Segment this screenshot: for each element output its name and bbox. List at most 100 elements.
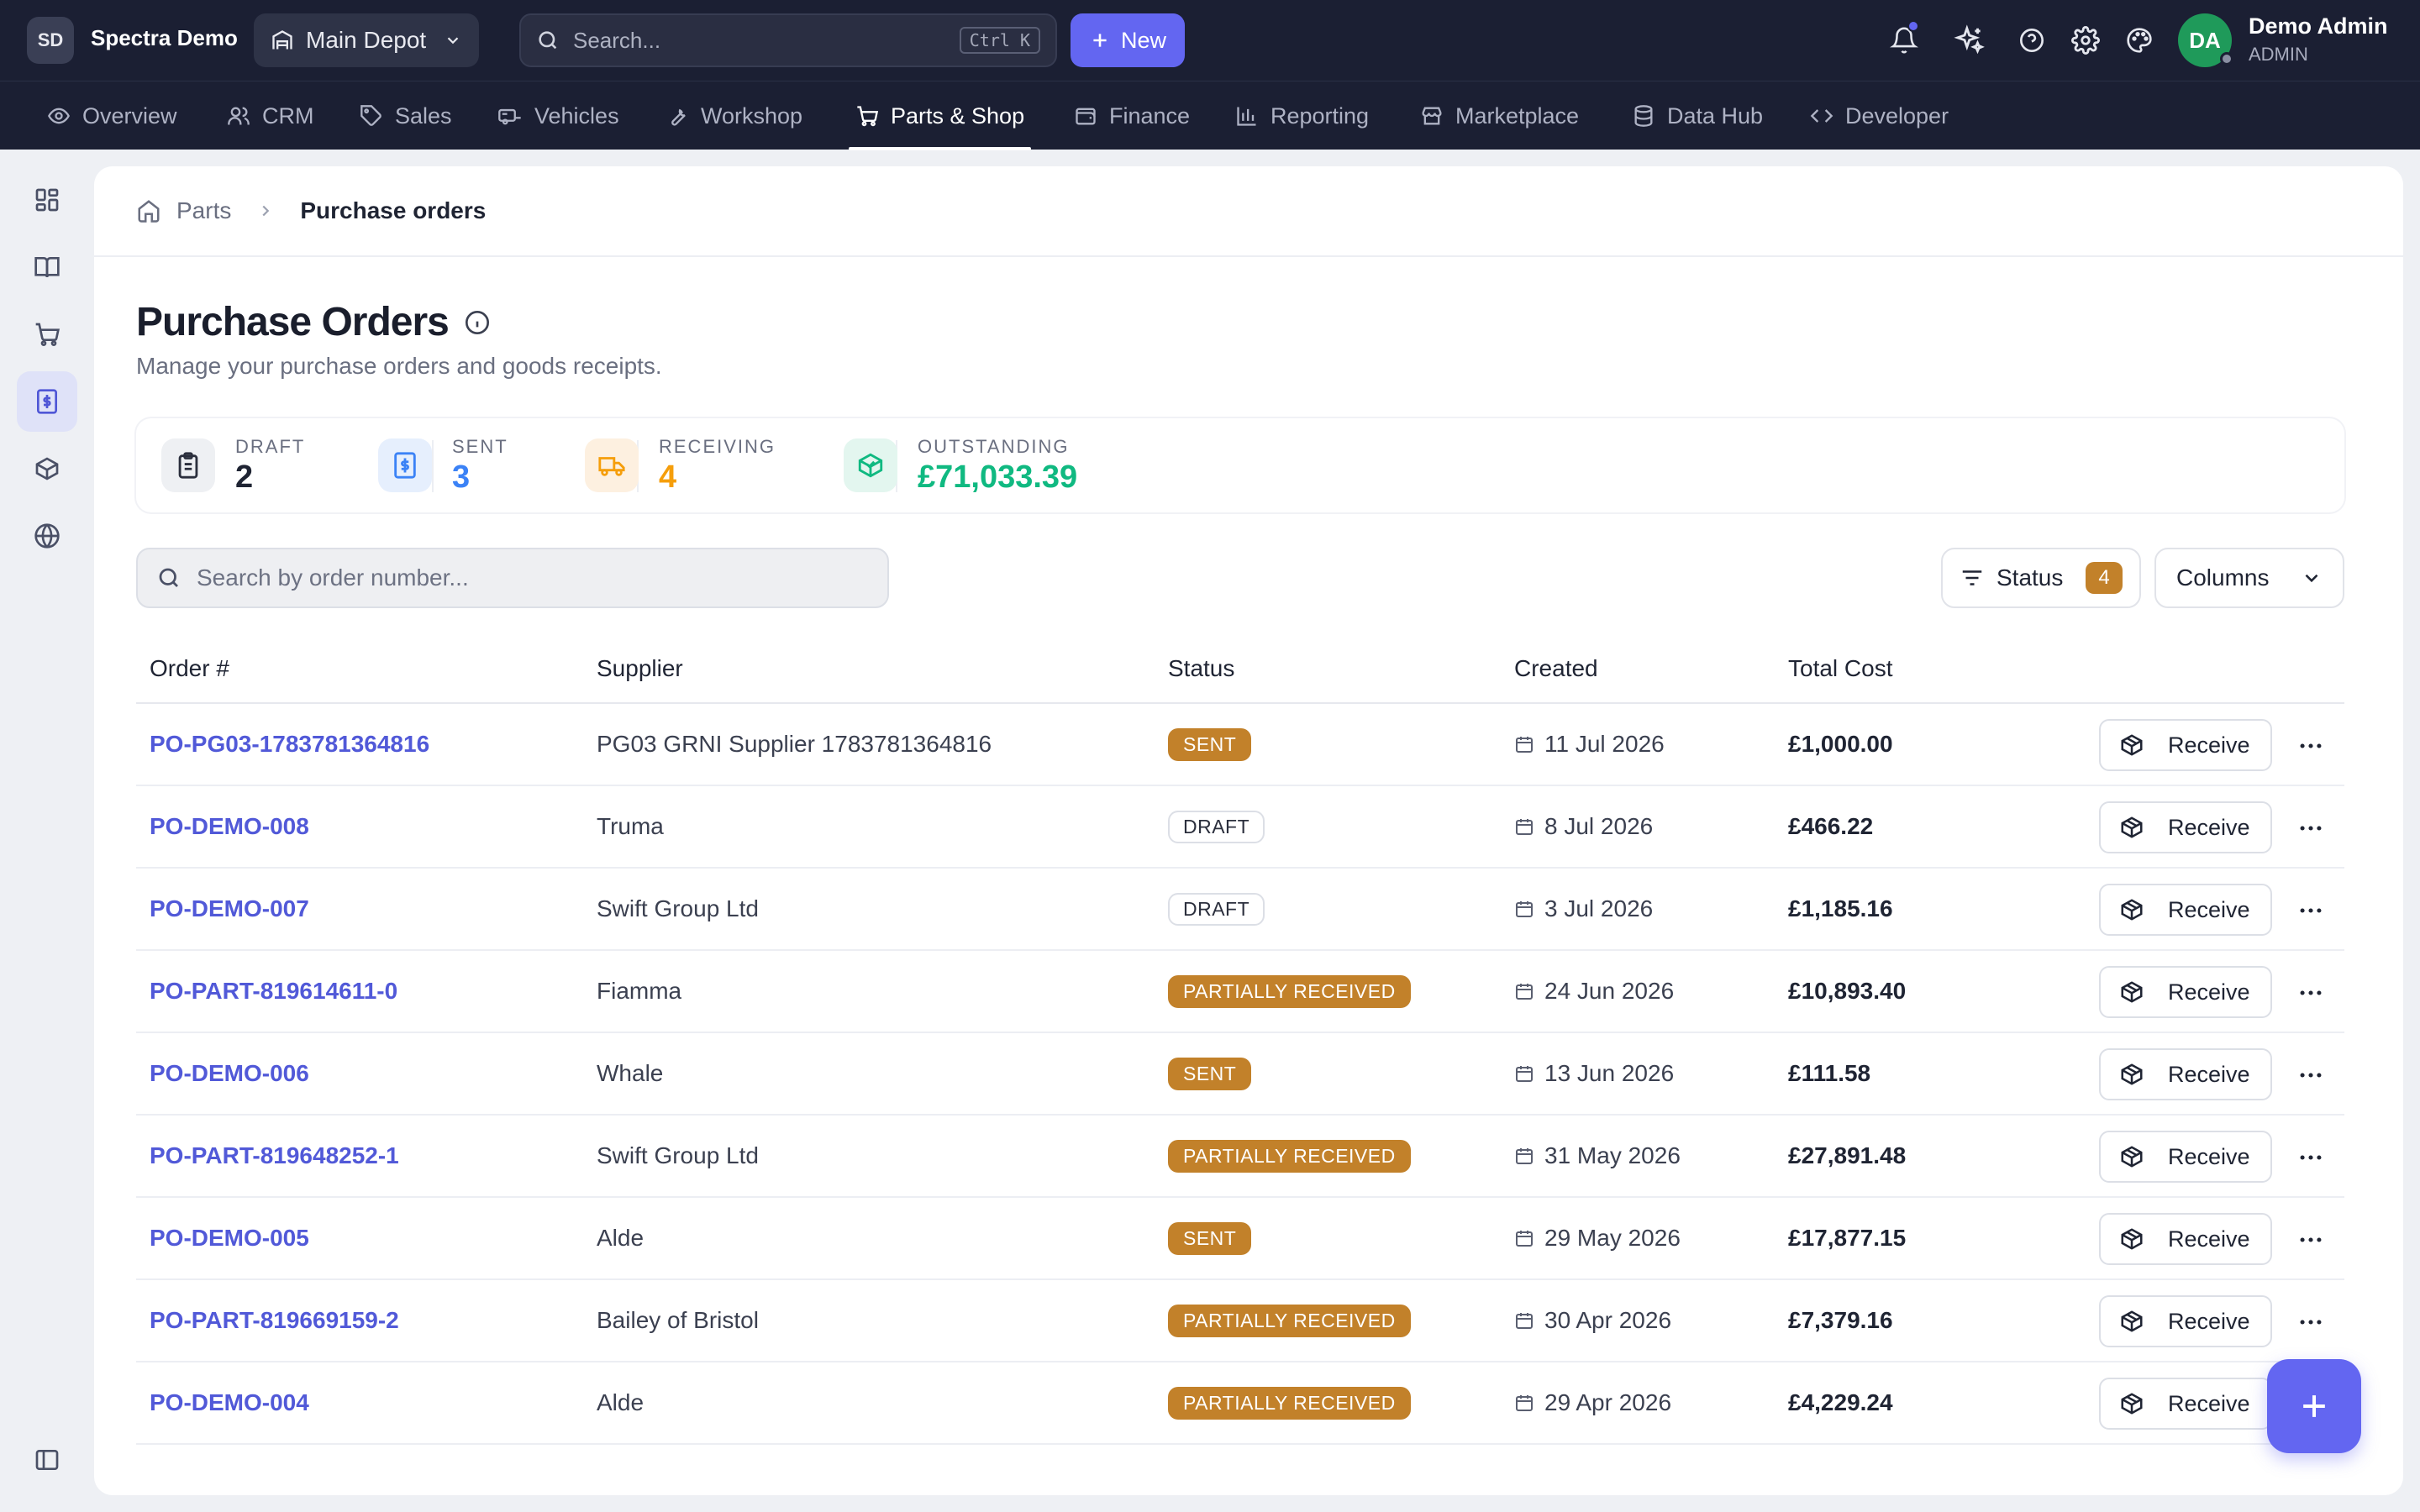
org-badge[interactable]: SD [27, 17, 74, 64]
tab-overview[interactable]: Overview [47, 81, 177, 150]
globe-icon [34, 522, 60, 549]
table-row[interactable]: PO-DEMO-004 Alde PARTIALLY RECEIVED 29 Apr … [136, 1362, 2344, 1445]
palette-icon [2126, 27, 2153, 54]
order-search-input[interactable]: Search by order number... [136, 548, 889, 608]
tab-workshop[interactable]: Workshop [666, 81, 802, 150]
column-header-status[interactable]: Status [1168, 655, 1234, 682]
order-number-link[interactable]: PO-DEMO-007 [150, 869, 309, 949]
tab-developer[interactable]: Developer [1810, 81, 1949, 150]
order-number-link[interactable]: PO-DEMO-004 [150, 1362, 309, 1443]
tab-data-hub[interactable]: Data Hub [1632, 81, 1763, 150]
stat-outstanding[interactable]: Outstanding £71,033.39 [844, 435, 1077, 496]
table-row[interactable]: PO-PG03-1783781364816 PG03 GRNI Supplier … [136, 704, 2344, 786]
status-badge: DRAFT [1168, 810, 1265, 843]
depot-selector[interactable]: Main Depot [254, 13, 479, 67]
table-row[interactable]: PO-DEMO-007 Swift Group Ltd DRAFT 3 Jul 202… [136, 869, 2344, 951]
table-row[interactable]: PO-DEMO-006 Whale SENT 13 Jun 2026 £111.58 Re… [136, 1033, 2344, 1116]
notifications-button[interactable] [1886, 20, 1923, 59]
org-name[interactable]: Spectra Demo [91, 25, 238, 51]
column-header-supplier[interactable]: Supplier [597, 655, 683, 682]
order-number-link[interactable]: PO-PART-819669159-2 [150, 1280, 399, 1361]
order-number-link[interactable]: PO-DEMO-008 [150, 786, 309, 867]
rail-purchase-orders[interactable] [17, 371, 77, 432]
breadcrumb-parts[interactable]: Parts [176, 197, 231, 224]
page-title: Purchase Orders [136, 300, 450, 344]
receive-button[interactable]: Receive [2099, 884, 2272, 936]
user-name[interactable]: Demo Admin [2249, 13, 2388, 39]
ai-assistant-button[interactable] [1951, 22, 1988, 59]
rail-inventory[interactable] [17, 438, 77, 499]
home-icon[interactable] [136, 198, 161, 223]
stat-value: 2 [235, 459, 254, 495]
rail-dashboard[interactable] [17, 170, 77, 230]
plus-icon [1089, 29, 1111, 51]
tab-parts-shop[interactable]: Parts & Shop [849, 81, 1032, 150]
receive-button[interactable]: Receive [2099, 801, 2272, 853]
row-more-button[interactable] [2294, 811, 2328, 845]
table-row[interactable]: PO-PART-819669159-2 Bailey of Bristol PART… [136, 1280, 2344, 1362]
receive-button[interactable]: Receive [2099, 1295, 2272, 1347]
order-number-link[interactable]: PO-PART-819648252-1 [150, 1116, 399, 1196]
row-more-button[interactable] [2294, 1141, 2328, 1174]
global-search[interactable]: Search... Ctrl K [519, 13, 1057, 67]
tab-crm[interactable]: CRM [227, 81, 314, 150]
table-row[interactable]: PO-PART-819648252-1 Swift Group Ltd PARTIA… [136, 1116, 2344, 1198]
settings-button[interactable] [2067, 22, 2104, 59]
receive-button[interactable]: Receive [2099, 1213, 2272, 1265]
receive-label: Receive [2168, 1143, 2250, 1169]
receive-button[interactable]: Receive [2099, 1378, 2272, 1430]
stat-draft[interactable]: Draft 2 [161, 435, 305, 496]
tab-vehicles[interactable]: Vehicles [497, 81, 619, 150]
table-row[interactable]: PO-PART-819614611-0 Fiamma PARTIALLY RECEI… [136, 951, 2344, 1033]
create-order-button[interactable] [2267, 1359, 2361, 1453]
tab-reporting[interactable]: Reporting [1235, 81, 1369, 150]
avatar[interactable]: DA [2178, 13, 2233, 67]
column-header-order[interactable]: Order # [150, 655, 229, 682]
info-icon[interactable] [464, 309, 491, 336]
row-more-button[interactable] [2294, 976, 2328, 1010]
created-cell: 30 Apr 2026 [1514, 1280, 1671, 1361]
more-horizontal-icon [2296, 1061, 2325, 1089]
table-row[interactable]: PO-DEMO-005 Alde SENT 29 May 2026 £17,877.15… [136, 1198, 2344, 1280]
column-header-total[interactable]: Total Cost [1788, 655, 1893, 682]
table-row[interactable]: PO-DEMO-008 Truma DRAFT 8 Jul 2026 £466.22 Re… [136, 786, 2344, 869]
active-tab-indicator [849, 147, 1032, 150]
rail-catalog[interactable] [17, 237, 77, 297]
order-number-link[interactable]: PO-PART-819614611-0 [150, 951, 397, 1032]
more-horizontal-icon [2296, 896, 2325, 925]
theme-button[interactable] [2121, 22, 2158, 59]
row-more-button[interactable] [2294, 729, 2328, 763]
created-date: 8 Jul 2026 [1544, 813, 1654, 839]
created-cell: 31 May 2026 [1514, 1116, 1681, 1196]
new-button[interactable]: New [1071, 13, 1185, 67]
supplier-cell: Swift Group Ltd [597, 1142, 759, 1168]
help-button[interactable] [2013, 22, 2050, 59]
tab-sales[interactable]: Sales [360, 81, 452, 150]
receive-button[interactable]: Receive [2099, 719, 2272, 771]
wrench-icon [666, 104, 689, 128]
rail-web[interactable] [17, 506, 77, 566]
status-cell: SENT [1168, 704, 1252, 785]
stat-sent[interactable]: Sent 3 [378, 435, 508, 496]
more-horizontal-icon [2296, 1143, 2325, 1172]
row-more-button[interactable] [2294, 894, 2328, 927]
receive-button[interactable]: Receive [2099, 1048, 2272, 1100]
tab-marketplace[interactable]: Marketplace [1420, 81, 1579, 150]
rail-collapse-toggle[interactable] [17, 1430, 77, 1490]
row-more-button[interactable] [2294, 1223, 2328, 1257]
stat-receiving[interactable]: Receiving 4 [585, 435, 776, 496]
stat-value: 3 [452, 459, 471, 495]
status-filter-button[interactable]: Status 4 [1941, 548, 2141, 608]
receive-button[interactable]: Receive [2099, 966, 2272, 1018]
rail-shop[interactable] [17, 304, 77, 365]
receive-button[interactable]: Receive [2099, 1131, 2272, 1183]
columns-button[interactable]: Columns [2154, 548, 2344, 608]
row-more-button[interactable] [2294, 1058, 2328, 1092]
order-number-link[interactable]: PO-PG03-1783781364816 [150, 704, 429, 785]
order-number-link[interactable]: PO-DEMO-006 [150, 1033, 309, 1114]
order-number-link[interactable]: PO-DEMO-005 [150, 1198, 309, 1278]
tab-label: Data Hub [1667, 102, 1764, 129]
row-more-button[interactable] [2294, 1305, 2328, 1339]
tab-finance[interactable]: Finance [1074, 81, 1190, 150]
column-header-created[interactable]: Created [1514, 655, 1598, 682]
